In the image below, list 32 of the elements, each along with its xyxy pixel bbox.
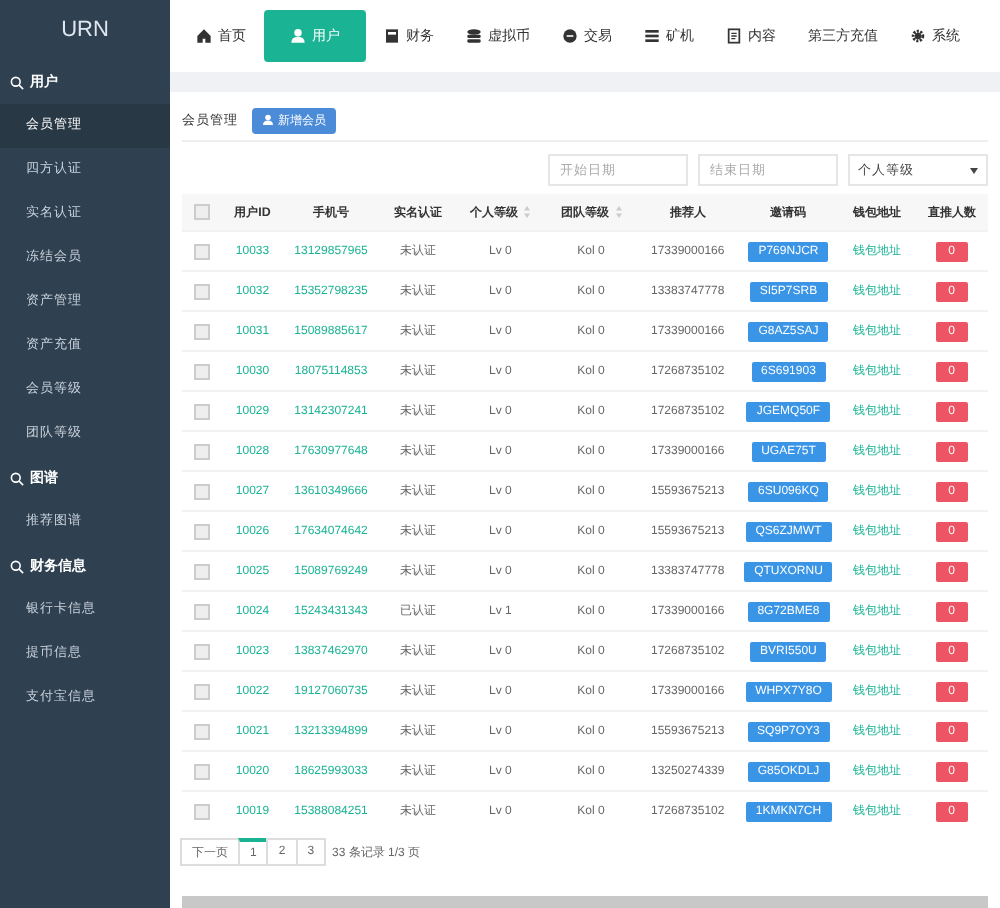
checkbox[interactable] bbox=[194, 204, 211, 220]
row-checkbox[interactable] bbox=[194, 683, 211, 699]
row-checkbox[interactable] bbox=[194, 363, 211, 379]
row-checkbox[interactable] bbox=[194, 563, 211, 579]
search-icon bbox=[10, 559, 24, 573]
row-checkbox[interactable] bbox=[194, 603, 211, 619]
book-icon bbox=[384, 28, 400, 44]
search-icon bbox=[10, 75, 24, 89]
user-icon bbox=[262, 114, 274, 126]
sort-icon[interactable] bbox=[524, 205, 531, 218]
stack-icon bbox=[466, 28, 482, 44]
row-checkbox[interactable] bbox=[194, 523, 211, 539]
row-checkbox[interactable] bbox=[194, 403, 211, 419]
logo: URN bbox=[59, 16, 111, 46]
coin-icon bbox=[562, 28, 578, 44]
row-checkbox[interactable] bbox=[194, 443, 211, 459]
caret-icon bbox=[970, 167, 978, 173]
row-checkbox[interactable] bbox=[194, 723, 211, 739]
home-icon bbox=[196, 28, 212, 44]
row-checkbox[interactable] bbox=[194, 643, 211, 659]
document-icon bbox=[726, 28, 742, 44]
row-checkbox[interactable] bbox=[194, 283, 211, 299]
row-checkbox[interactable] bbox=[194, 803, 211, 819]
list-icon bbox=[644, 28, 660, 44]
search-icon bbox=[10, 471, 24, 485]
row-checkbox[interactable] bbox=[194, 483, 211, 499]
row-checkbox[interactable] bbox=[194, 323, 211, 339]
row-checkbox[interactable] bbox=[194, 243, 211, 259]
user-icon bbox=[290, 28, 306, 44]
settings-icon bbox=[910, 28, 926, 44]
sort-icon[interactable] bbox=[615, 205, 621, 218]
row-checkbox[interactable] bbox=[194, 763, 211, 779]
